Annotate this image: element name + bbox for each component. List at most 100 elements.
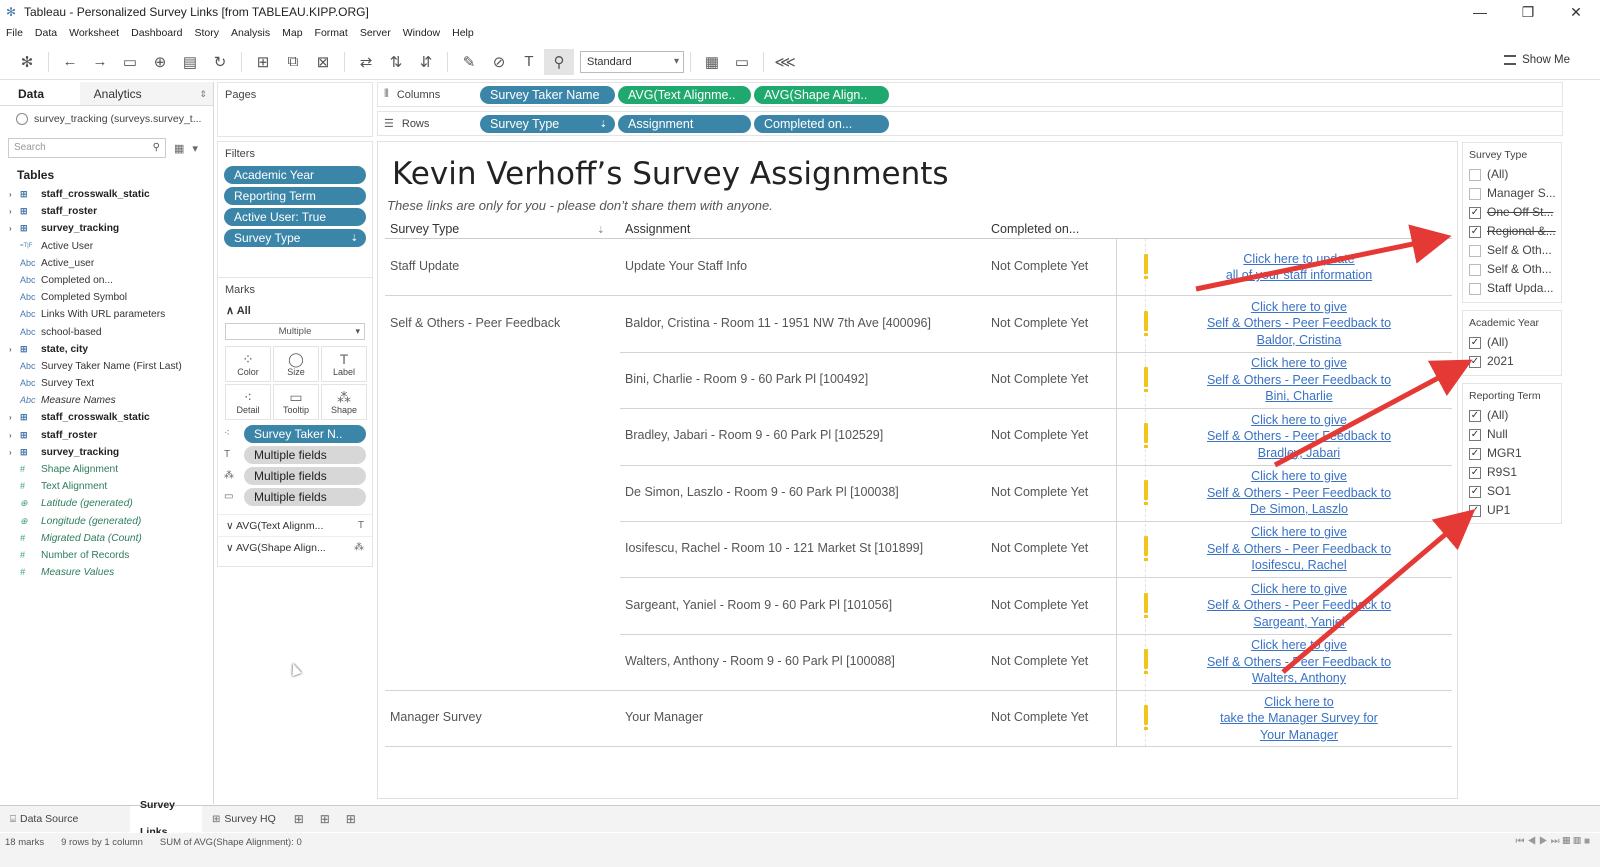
- field-item[interactable]: › ⊞ survey_tracking: [0, 220, 213, 237]
- checkbox[interactable]: [1469, 187, 1481, 200]
- header-completed-on[interactable]: Completed on...: [991, 222, 1079, 236]
- share-icon[interactable]: ⋘: [770, 49, 800, 75]
- search-input[interactable]: Search ⚲: [8, 138, 166, 158]
- show-labels-icon[interactable]: T: [514, 49, 544, 75]
- field-item[interactable]: # Number of Records: [0, 547, 213, 564]
- rows-pill-completed-on[interactable]: Completed on...: [754, 114, 889, 133]
- shape-button[interactable]: ⁂ Shape: [321, 384, 367, 420]
- cell-completed-on[interactable]: Not Complete Yet: [991, 259, 1088, 273]
- filter-option[interactable]: ✓ UP1: [1463, 501, 1561, 520]
- cell-assignment[interactable]: Walters, Anthony - Room 9 - 60 Park Pl […: [625, 654, 895, 668]
- refresh-icon[interactable]: ↻: [205, 49, 235, 75]
- tooltip-button[interactable]: ▭ Tooltip: [273, 384, 319, 420]
- checkbox[interactable]: ✓: [1469, 428, 1481, 441]
- checkbox[interactable]: ✓: [1469, 504, 1481, 517]
- filter-option[interactable]: ✓ MGR1: [1463, 444, 1561, 463]
- filter-pill-active-user[interactable]: Active User: True: [224, 208, 366, 226]
- filter-option[interactable]: ✓ R9S1: [1463, 463, 1561, 482]
- filter-pill-academic-year[interactable]: Academic Year: [224, 166, 366, 184]
- cell-assignment[interactable]: De Simon, Laszlo - Room 9 - 60 Park Pl […: [625, 485, 899, 499]
- field-item[interactable]: › ⊞ staff_crosswalk_static: [0, 186, 213, 203]
- field-item[interactable]: # Migrated Data (Count): [0, 530, 213, 547]
- field-item[interactable]: › ⊞ staff_roster: [0, 203, 213, 220]
- cell-completed-on[interactable]: Not Complete Yet: [991, 428, 1088, 442]
- menu-story[interactable]: Story: [194, 27, 219, 39]
- survey-link[interactable]: Click here to give Self & Others - Peer F…: [1194, 637, 1404, 687]
- field-item[interactable]: › ⊞ state, city: [0, 341, 213, 358]
- cell-assignment[interactable]: Sargeant, Yaniel - Room 9 - 60 Park Pl […: [625, 598, 892, 612]
- new-datasource-icon[interactable]: ⊕: [145, 49, 175, 75]
- checkbox[interactable]: [1469, 282, 1481, 295]
- marks-pill-label-fields[interactable]: Multiple fields: [244, 445, 366, 464]
- field-item[interactable]: =T|F Active User: [0, 238, 213, 255]
- close-button[interactable]: ✕: [1552, 0, 1600, 24]
- filter-option[interactable]: ✓ Regional &...: [1463, 222, 1561, 241]
- field-item[interactable]: # Shape Alignment: [0, 461, 213, 478]
- header-survey-type[interactable]: Survey Type: [390, 222, 459, 236]
- mark-type-select[interactable]: Multiple: [225, 323, 365, 340]
- clear-sheet-icon[interactable]: ⊠: [308, 49, 338, 75]
- cell-completed-on[interactable]: Not Complete Yet: [991, 372, 1088, 386]
- new-story-icon[interactable]: ⊞: [338, 812, 364, 826]
- color-button[interactable]: ⁘ Color: [225, 346, 271, 382]
- pane-menu-icon[interactable]: ▾: [192, 142, 198, 155]
- exclamation-mark-icon[interactable]: [1144, 649, 1148, 674]
- field-item[interactable]: › ⊞ staff_roster: [0, 427, 213, 444]
- field-item[interactable]: Abc Survey Text: [0, 375, 213, 392]
- menu-worksheet[interactable]: Worksheet: [69, 27, 119, 39]
- menu-file[interactable]: File: [6, 27, 23, 39]
- undo-icon[interactable]: ←: [55, 49, 85, 75]
- checkbox[interactable]: ✓: [1469, 355, 1481, 368]
- field-item[interactable]: › ⊞ survey_tracking: [0, 444, 213, 461]
- field-item[interactable]: ⊕ Latitude (generated): [0, 495, 213, 512]
- expand-icon[interactable]: ›: [9, 341, 12, 358]
- filter-option[interactable]: Self & Oth...: [1463, 241, 1561, 260]
- menu-dashboard[interactable]: Dashboard: [131, 27, 182, 39]
- filter-pill-reporting-term[interactable]: Reporting Term: [224, 187, 366, 205]
- cell-completed-on[interactable]: Not Complete Yet: [991, 654, 1088, 668]
- sort-icon[interactable]: ⇣: [597, 225, 605, 236]
- field-item[interactable]: Abc school-based: [0, 324, 213, 341]
- fix-axes-icon[interactable]: ⚲: [544, 48, 574, 75]
- filter-option[interactable]: ✓ SO1: [1463, 482, 1561, 501]
- filter-option[interactable]: Manager S...: [1463, 184, 1561, 203]
- fit-select[interactable]: Standard: [580, 50, 684, 73]
- save-icon[interactable]: ▭: [115, 49, 145, 75]
- columns-pill-text-alignment[interactable]: AVG(Text Alignme..: [618, 85, 751, 104]
- cell-completed-on[interactable]: Not Complete Yet: [991, 541, 1088, 555]
- checkbox[interactable]: ✓: [1469, 336, 1481, 349]
- cell-assignment[interactable]: Iosifescu, Rachel - Room 10 - 121 Market…: [625, 541, 923, 555]
- cell-assignment[interactable]: Baldor, Cristina - Room 11 - 1951 NW 7th…: [625, 316, 931, 330]
- tab-survey-hq[interactable]: ⊞ Survey HQ: [202, 806, 286, 833]
- cell-assignment[interactable]: Bradley, Jabari - Room 9 - 60 Park Pl [1…: [625, 428, 883, 442]
- survey-link[interactable]: Click here to take the Manager Survey for…: [1194, 694, 1404, 744]
- menu-format[interactable]: Format: [315, 27, 348, 39]
- checkbox[interactable]: ✓: [1469, 485, 1481, 498]
- field-item[interactable]: Abc Completed Symbol: [0, 289, 213, 306]
- header-assignment[interactable]: Assignment: [625, 222, 690, 236]
- new-worksheet-icon[interactable]: ⊞: [248, 49, 278, 75]
- menu-server[interactable]: Server: [360, 27, 391, 39]
- sheet-navigation[interactable]: ⏮ ◀ ▶ ⏭ ▦ ▥ ■: [1515, 836, 1590, 847]
- restore-button[interactable]: ❐: [1504, 0, 1552, 24]
- sort-descending-icon[interactable]: ⇵: [411, 49, 441, 75]
- expand-icon[interactable]: ›: [9, 427, 12, 444]
- menu-map[interactable]: Map: [282, 27, 302, 39]
- field-item[interactable]: # Text Alignment: [0, 478, 213, 495]
- field-item[interactable]: Abc Survey Taker Name (First Last): [0, 358, 213, 375]
- show-cards-icon[interactable]: ▦: [697, 49, 727, 75]
- cell-assignment[interactable]: Update Your Staff Info: [625, 259, 747, 273]
- filter-option[interactable]: Self & Oth...: [1463, 260, 1561, 279]
- checkbox[interactable]: [1469, 168, 1481, 181]
- exclamation-mark-icon[interactable]: [1144, 479, 1148, 505]
- cell-completed-on[interactable]: Not Complete Yet: [991, 485, 1088, 499]
- marks-measure-shape[interactable]: ∨ AVG(Shape Align... ⁂: [218, 536, 372, 558]
- menu-analysis[interactable]: Analysis: [231, 27, 270, 39]
- label-button[interactable]: T Label: [321, 346, 367, 382]
- pages-card[interactable]: Pages: [217, 82, 373, 137]
- marks-pill-survey-taker[interactable]: Survey Taker N..: [244, 424, 366, 443]
- expand-icon[interactable]: ›: [9, 203, 12, 220]
- field-item[interactable]: # Measure Values: [0, 564, 213, 581]
- filter-option[interactable]: ✓ 2021: [1463, 352, 1561, 371]
- expand-icon[interactable]: ›: [9, 444, 12, 461]
